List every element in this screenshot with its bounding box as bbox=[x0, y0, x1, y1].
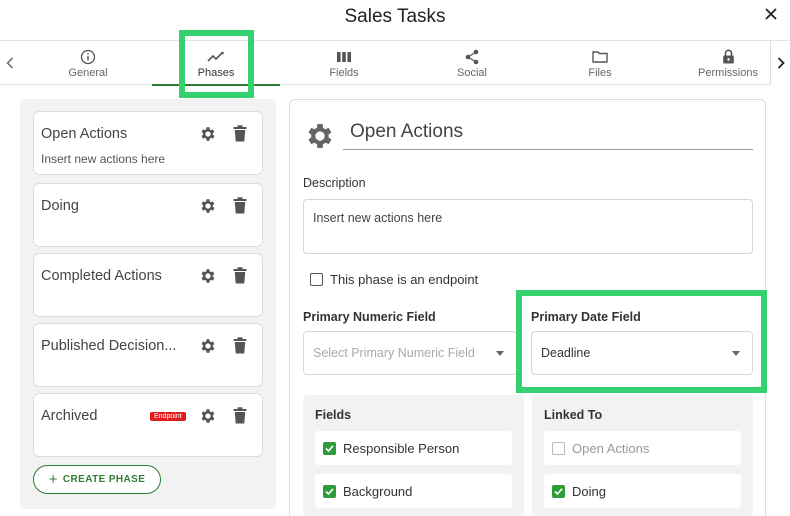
trash-icon bbox=[233, 407, 247, 424]
close-button[interactable] bbox=[764, 4, 778, 27]
field-item-label: Background bbox=[343, 483, 413, 499]
columns-icon bbox=[337, 51, 351, 62]
checkbox-checked-icon bbox=[552, 484, 565, 498]
phase-name: Archived bbox=[41, 408, 98, 424]
tab-files[interactable]: Files bbox=[536, 41, 664, 85]
tab-label: General bbox=[68, 66, 108, 79]
primary-numeric-placeholder: Select Primary Numeric Field bbox=[313, 346, 475, 360]
tab-general[interactable]: General bbox=[24, 41, 152, 85]
folder-icon bbox=[592, 51, 608, 63]
create-phase-label: CREATE PHASE bbox=[62, 474, 146, 485]
phase-name: Doing bbox=[41, 198, 79, 214]
gear-icon bbox=[201, 409, 215, 423]
primary-numeric-select[interactable]: Select Primary Numeric Field bbox=[303, 331, 517, 375]
tab-label: Fields bbox=[329, 66, 359, 79]
chevron-down-icon bbox=[732, 351, 740, 356]
endpoint-checkbox[interactable]: This phase is an endpoint bbox=[310, 272, 478, 287]
phase-card[interactable]: Open Actions Insert new actions here bbox=[33, 111, 263, 175]
phase-settings-button[interactable] bbox=[199, 197, 217, 220]
phase-settings-button[interactable] bbox=[199, 337, 217, 360]
dialog-title: Sales Tasks bbox=[344, 6, 446, 27]
phase-delete-button[interactable] bbox=[233, 407, 247, 429]
chevron-right-icon bbox=[777, 57, 785, 69]
phase-delete-button[interactable] bbox=[233, 337, 247, 359]
phase-name: Published Decision... bbox=[41, 338, 177, 354]
phase-card[interactable]: Doing bbox=[33, 183, 263, 247]
phase-settings-button[interactable] bbox=[199, 267, 217, 290]
chevron-left-icon bbox=[6, 57, 14, 69]
checkbox-checked-icon bbox=[323, 441, 336, 455]
tab-phases[interactable]: Phases bbox=[152, 41, 280, 86]
phase-settings-button[interactable] bbox=[199, 125, 217, 148]
gear-icon bbox=[201, 269, 215, 283]
phase-card[interactable]: Published Decision... bbox=[33, 323, 263, 387]
phase-name: Completed Actions bbox=[41, 268, 162, 284]
info-icon bbox=[80, 49, 96, 64]
primary-date-select[interactable]: Deadline bbox=[531, 331, 753, 375]
phase-description: Insert new actions here bbox=[41, 152, 166, 166]
field-item-responsible-person[interactable]: Responsible Person bbox=[315, 431, 512, 465]
tab-label: Phases bbox=[197, 66, 235, 79]
fields-title: Fields bbox=[315, 408, 352, 422]
trash-icon bbox=[233, 337, 247, 354]
field-item-background[interactable]: Background bbox=[315, 474, 512, 508]
tab-label: Social bbox=[457, 66, 487, 79]
trend-icon bbox=[207, 51, 224, 62]
tab-social[interactable]: Social bbox=[408, 41, 536, 85]
fields-panel: Fields Responsible Person Background bbox=[303, 395, 524, 516]
trash-icon bbox=[233, 197, 247, 214]
description-label: Description bbox=[303, 176, 366, 190]
tab-fields[interactable]: Fields bbox=[280, 41, 408, 85]
checkbox-unchecked-icon bbox=[310, 273, 323, 286]
linked-item-open-actions: Open Actions bbox=[544, 431, 741, 465]
primary-date-value: Deadline bbox=[541, 346, 591, 360]
linked-item-label: Open Actions bbox=[572, 440, 650, 456]
linked-item-label: Doing bbox=[572, 483, 606, 499]
chevron-down-icon bbox=[496, 351, 504, 356]
tab-label: Permissions bbox=[698, 66, 758, 79]
linked-to-panel: Linked To Open Actions Doing bbox=[532, 395, 753, 516]
tabs-scroll-left-button[interactable] bbox=[0, 41, 20, 85]
phase-settings-button[interactable] bbox=[199, 407, 217, 430]
share-icon bbox=[465, 49, 479, 64]
tab-bar: General Phases Fields Social Files Permi… bbox=[0, 40, 790, 86]
phase-delete-button[interactable] bbox=[233, 267, 247, 289]
field-item-label: Responsible Person bbox=[343, 440, 460, 456]
trash-icon bbox=[233, 125, 247, 142]
gear-icon bbox=[201, 339, 215, 353]
endpoint-badge: Endpoint bbox=[150, 412, 186, 421]
tab-label: Files bbox=[588, 66, 612, 79]
phase-card[interactable]: Completed Actions bbox=[33, 253, 263, 317]
primary-numeric-label: Primary Numeric Field bbox=[303, 310, 436, 324]
phase-delete-button[interactable] bbox=[233, 197, 247, 219]
close-icon bbox=[765, 8, 777, 20]
gear-icon bbox=[308, 124, 332, 148]
phase-list: Open Actions Insert new actions here Doi… bbox=[20, 99, 276, 509]
phase-name-input[interactable] bbox=[343, 114, 753, 150]
gear-icon bbox=[201, 127, 215, 141]
tabs-scroll-right-button[interactable] bbox=[770, 41, 790, 85]
primary-date-label: Primary Date Field bbox=[531, 310, 641, 324]
checkbox-disabled-icon bbox=[552, 441, 565, 455]
gear-icon bbox=[201, 199, 215, 213]
linked-item-doing[interactable]: Doing bbox=[544, 474, 741, 508]
linked-to-title: Linked To bbox=[544, 408, 603, 422]
lock-icon bbox=[722, 49, 734, 64]
checkbox-checked-icon bbox=[323, 484, 336, 498]
description-input[interactable]: Insert new actions here bbox=[303, 199, 753, 254]
plus-icon: + bbox=[48, 471, 58, 488]
endpoint-label: This phase is an endpoint bbox=[330, 272, 479, 287]
phase-delete-button[interactable] bbox=[233, 125, 247, 147]
phase-card[interactable]: Archived Endpoint bbox=[33, 393, 263, 457]
create-phase-button[interactable]: + CREATE PHASE bbox=[33, 465, 161, 494]
phase-name: Open Actions bbox=[41, 126, 128, 142]
trash-icon bbox=[233, 267, 247, 284]
